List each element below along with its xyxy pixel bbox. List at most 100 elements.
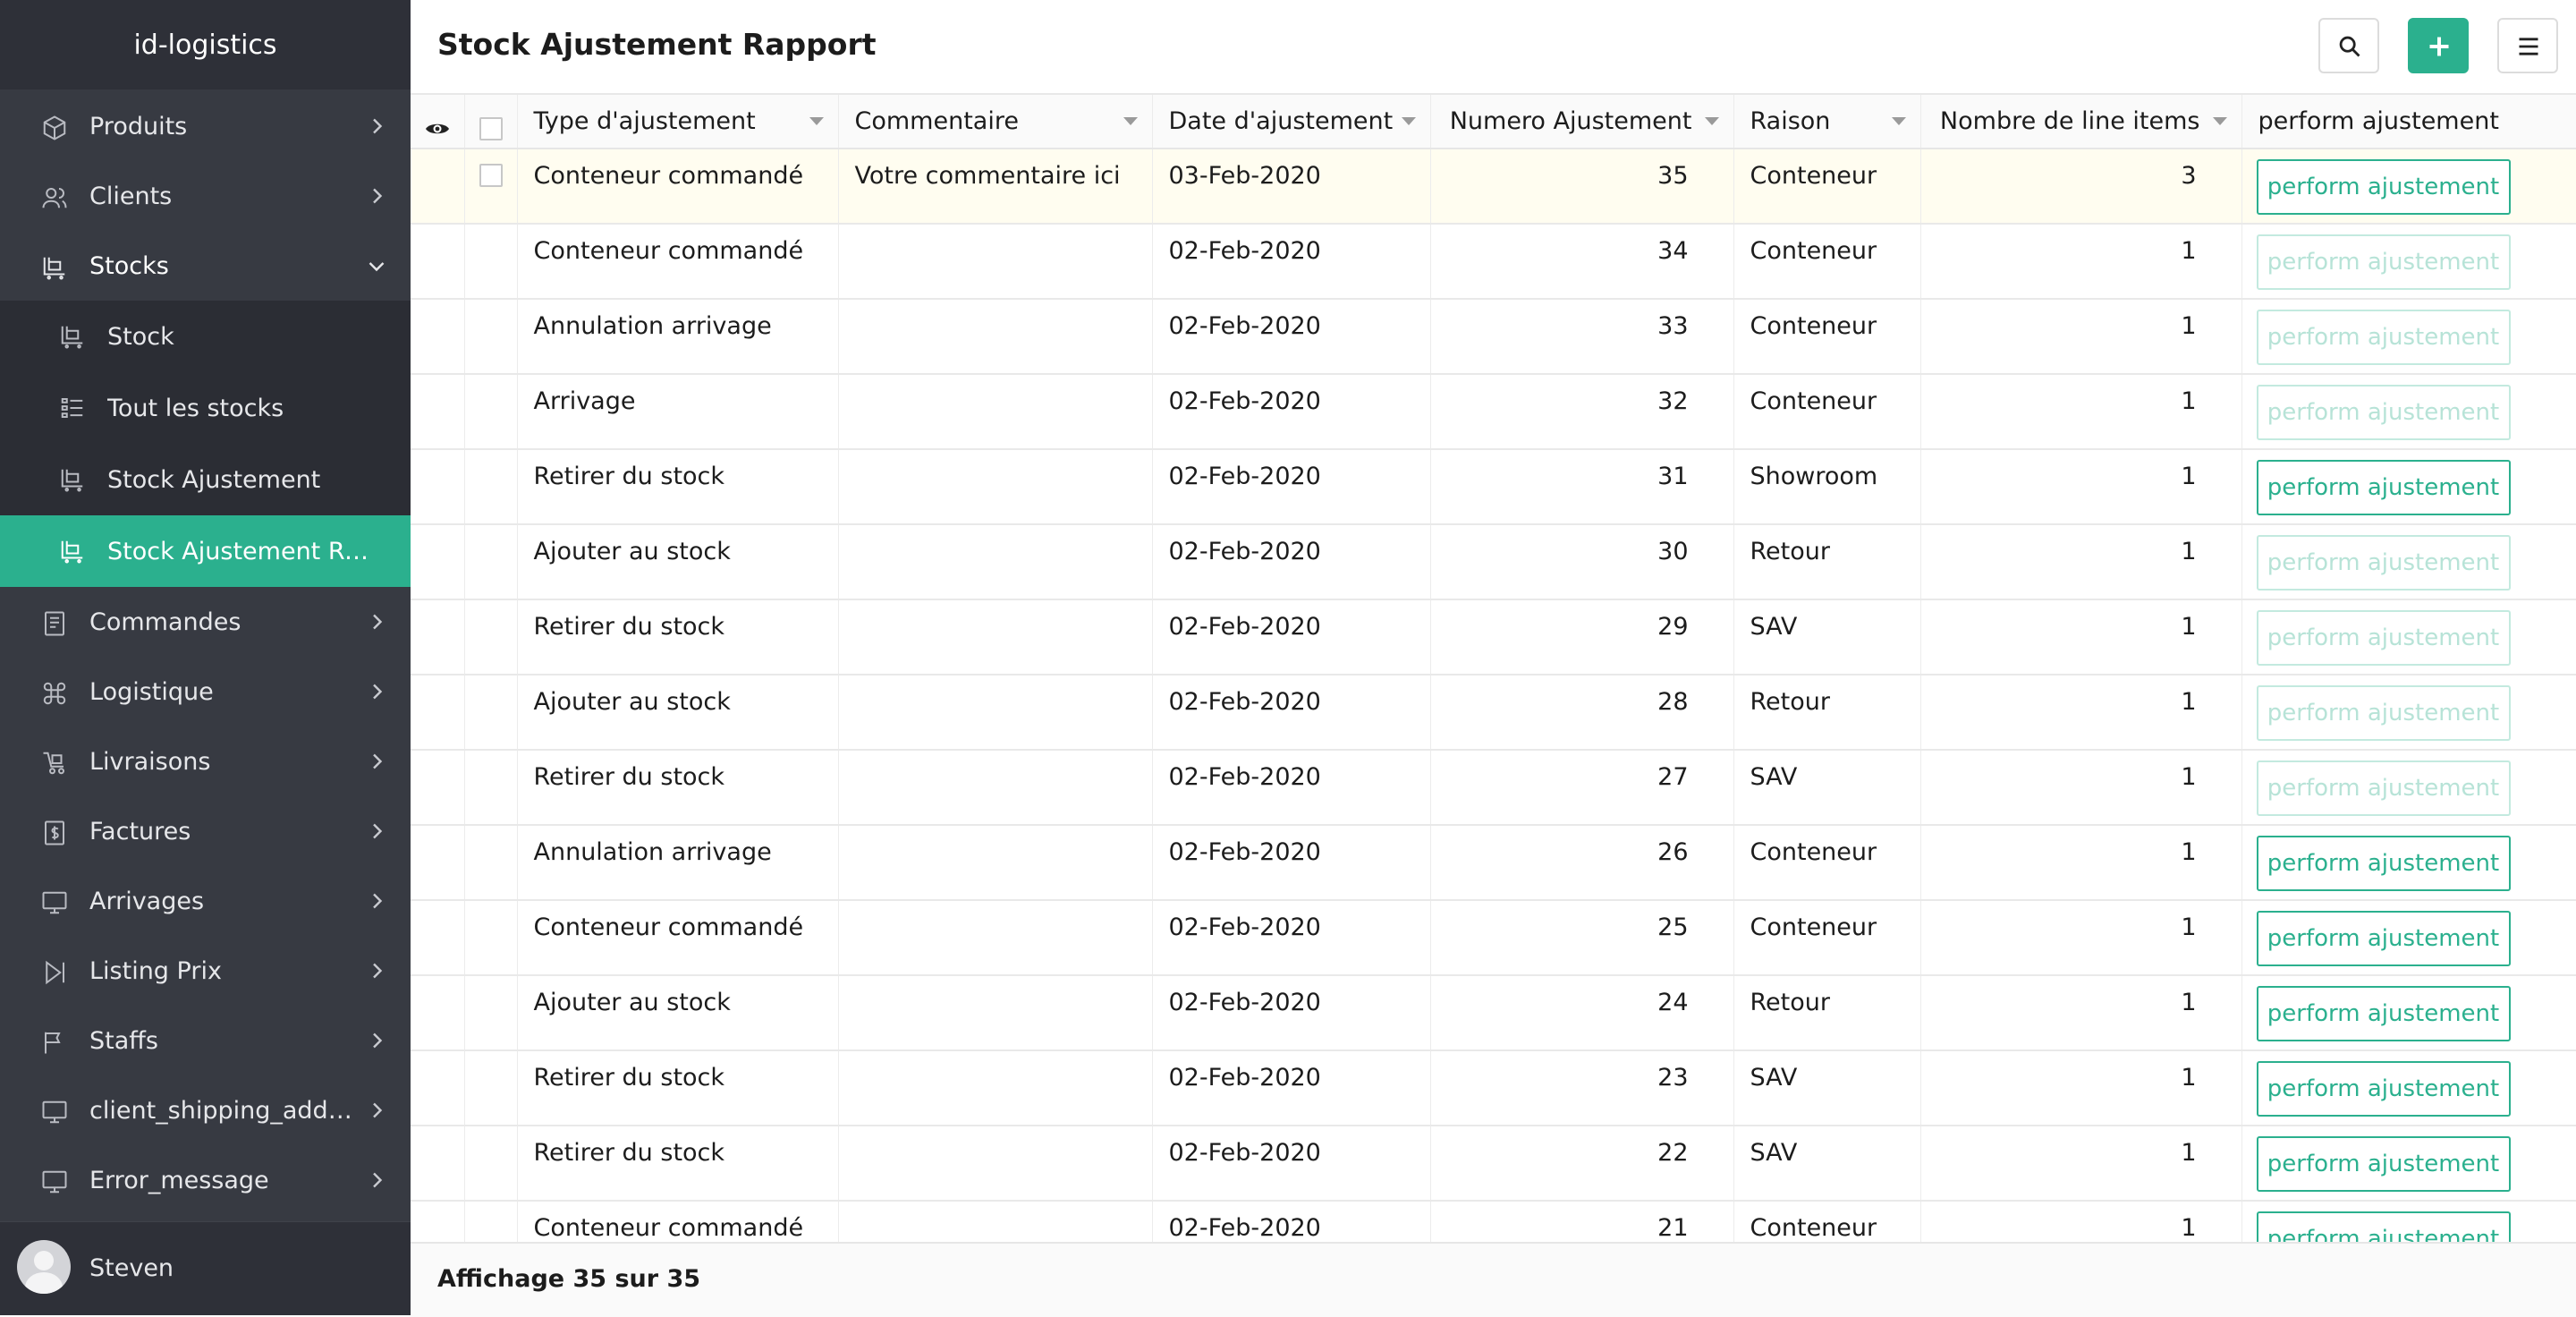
table-row[interactable]: Retirer du stock 02-Feb-2020 22 SAV 1 perform… — [411, 1126, 2576, 1201]
cell-line-items: 1 — [1920, 1050, 2242, 1126]
sort-caret-icon[interactable] — [809, 117, 824, 125]
perform-ajustement-button[interactable]: perform ajustement — [2256, 1211, 2511, 1242]
row-select-cell[interactable] — [464, 750, 518, 825]
row-select-cell[interactable] — [464, 1201, 518, 1242]
table-row[interactable]: Retirer du stock 02-Feb-2020 29 SAV 1 perform… — [411, 599, 2576, 675]
perform-ajustement-button[interactable]: perform ajustement — [2256, 836, 2511, 891]
row-select-cell[interactable] — [464, 524, 518, 599]
perform-ajustement-button[interactable]: perform ajustement — [2256, 986, 2511, 1041]
data-grid[interactable]: Type d'ajustement Commentaire Date d'aju… — [411, 95, 2576, 1242]
column-header-raison[interactable]: Raison — [1733, 95, 1921, 149]
row-select-cell[interactable] — [464, 149, 518, 224]
add-button[interactable] — [2408, 18, 2469, 73]
row-checkbox[interactable] — [479, 164, 503, 187]
cell-line-items: 1 — [1920, 675, 2242, 750]
sidebar-item-arrivages[interactable]: Arrivages — [0, 866, 411, 936]
perform-ajustement-button[interactable]: perform ajustement — [2256, 911, 2511, 966]
eye-icon[interactable] — [425, 120, 450, 138]
table-row[interactable]: Retirer du stock 02-Feb-2020 23 SAV 1 perform… — [411, 1050, 2576, 1126]
cell-value: Conteneur commandé — [533, 237, 804, 265]
sidebar-item-listing-prix[interactable]: Listing Prix — [0, 936, 411, 1006]
row-select-cell[interactable] — [464, 900, 518, 975]
table-row[interactable]: Ajouter au stock 02-Feb-2020 24 Retour 1 perf… — [411, 975, 2576, 1050]
row-select-cell[interactable] — [464, 374, 518, 449]
column-header-date[interactable]: Date d'ajustement — [1152, 95, 1431, 149]
row-visibility-cell — [411, 374, 465, 449]
cell-line-items: 1 — [1920, 1126, 2242, 1201]
row-select-cell[interactable] — [464, 224, 518, 299]
column-header-type[interactable]: Type d'ajustement — [517, 95, 839, 149]
column-header-numero[interactable]: Numero Ajustement — [1430, 95, 1734, 149]
search-button[interactable] — [2318, 18, 2379, 73]
row-select-cell[interactable] — [464, 449, 518, 524]
avatar[interactable] — [17, 1240, 71, 1294]
row-select-cell[interactable] — [464, 599, 518, 675]
cell-value: Retirer du stock — [533, 1064, 725, 1092]
sidebar-item-produits[interactable]: Produits — [0, 91, 411, 161]
sidebar-subitem-stock-ajustement[interactable]: Stock Ajustement — [0, 444, 411, 515]
perform-ajustement-button[interactable]: perform ajustement — [2256, 159, 2511, 215]
row-select-cell[interactable] — [464, 825, 518, 900]
row-select-cell[interactable] — [464, 1126, 518, 1201]
row-select-cell[interactable] — [464, 299, 518, 374]
table-row[interactable]: Ajouter au stock 02-Feb-2020 30 Retour 1 perf… — [411, 524, 2576, 599]
app-brand[interactable]: id-logistics — [0, 0, 411, 89]
sort-caret-icon[interactable] — [2212, 117, 2227, 125]
sidebar-item-label: Listing Prix — [89, 956, 222, 985]
perform-ajustement-button[interactable]: perform ajustement — [2256, 234, 2511, 290]
table-row[interactable]: Annulation arrivage 02-Feb-2020 26 Conteneu… — [411, 825, 2576, 900]
select-all-checkbox[interactable] — [479, 117, 503, 140]
perform-ajustement-button[interactable]: perform ajustement — [2256, 760, 2511, 816]
perform-ajustement-button[interactable]: perform ajustement — [2256, 685, 2511, 741]
user-profile[interactable]: Steven — [0, 1221, 411, 1315]
sidebar-item-logistique[interactable]: Logistique — [0, 657, 411, 726]
perform-ajustement-button[interactable]: perform ajustement — [2256, 460, 2511, 515]
column-header-line-items[interactable]: Nombre de line items — [1920, 95, 2242, 149]
table-row[interactable]: Ajouter au stock 02-Feb-2020 28 Retour 1 perf… — [411, 675, 2576, 750]
sort-caret-icon[interactable] — [1891, 117, 1906, 125]
sidebar-item-livraisons[interactable]: Livraisons — [0, 726, 411, 796]
column-visibility-header[interactable] — [411, 95, 465, 149]
sidebar-subitem-stock[interactable]: Stock — [0, 301, 411, 372]
cell-value: Conteneur commandé — [533, 162, 804, 190]
sidebar-item-staffs[interactable]: Staffs — [0, 1006, 411, 1075]
table-row[interactable]: Retirer du stock 02-Feb-2020 27 SAV 1 perform… — [411, 750, 2576, 825]
row-select-cell[interactable] — [464, 675, 518, 750]
sort-caret-icon[interactable] — [1401, 117, 1416, 125]
perform-ajustement-button[interactable]: perform ajustement — [2256, 1136, 2511, 1192]
cell-value: Showroom — [1750, 463, 1878, 490]
cell-value: 02-Feb-2020 — [1168, 763, 1321, 791]
table-row[interactable]: Conteneur commandé 02-Feb-2020 25 Conteneur… — [411, 900, 2576, 975]
table-row[interactable]: Conteneur commandé Votre commentaire ici 0… — [411, 149, 2576, 224]
perform-ajustement-button[interactable]: perform ajustement — [2256, 535, 2511, 591]
menu-button[interactable] — [2497, 18, 2558, 73]
cell-value: 1 — [2181, 838, 2197, 866]
table-row[interactable]: Annulation arrivage 02-Feb-2020 33 Conteneu… — [411, 299, 2576, 374]
table-row[interactable]: Arrivage 02-Feb-2020 32 Conteneur 1 perform a… — [411, 374, 2576, 449]
table-row[interactable]: Conteneur commandé 02-Feb-2020 34 Conteneur… — [411, 224, 2576, 299]
cell-perform: perform ajustement — [2241, 675, 2576, 750]
table-row[interactable]: Conteneur commandé 02-Feb-2020 21 Conteneur… — [411, 1201, 2576, 1242]
sidebar-subitem-tout-les-stocks[interactable]: Tout les stocks — [0, 372, 411, 444]
perform-ajustement-button[interactable]: perform ajustement — [2256, 310, 2511, 365]
sort-caret-icon[interactable] — [1704, 117, 1719, 125]
cell-type: Ajouter au stock — [517, 675, 839, 750]
sidebar-item-stocks[interactable]: Stocks — [0, 231, 411, 301]
sidebar-item-clients[interactable]: Clients — [0, 161, 411, 231]
sidebar-item-client-shipping-address[interactable]: client_shipping_addre... — [0, 1075, 411, 1145]
sort-caret-icon[interactable] — [1123, 117, 1138, 125]
sidebar-item-commandes[interactable]: Commandes — [0, 587, 411, 657]
table-row[interactable]: Retirer du stock 02-Feb-2020 31 Showroom 1 pe… — [411, 449, 2576, 524]
column-header-commentaire[interactable]: Commentaire — [838, 95, 1153, 149]
sidebar-item-factures[interactable]: Factures — [0, 796, 411, 866]
perform-ajustement-button[interactable]: perform ajustement — [2256, 1061, 2511, 1117]
perform-ajustement-button[interactable]: perform ajustement — [2256, 385, 2511, 440]
perform-ajustement-button[interactable]: perform ajustement — [2256, 610, 2511, 666]
sidebar-subitem-stock-ajustement-rapport[interactable]: Stock Ajustement Ra... — [0, 515, 411, 587]
cell-raison: Conteneur — [1733, 825, 1921, 900]
row-select-cell[interactable] — [464, 1050, 518, 1126]
row-select-cell[interactable] — [464, 975, 518, 1050]
sidebar-item-error-message[interactable]: Error_message — [0, 1145, 411, 1215]
cell-numero: 23 — [1430, 1050, 1734, 1126]
select-all-header[interactable] — [464, 95, 518, 149]
